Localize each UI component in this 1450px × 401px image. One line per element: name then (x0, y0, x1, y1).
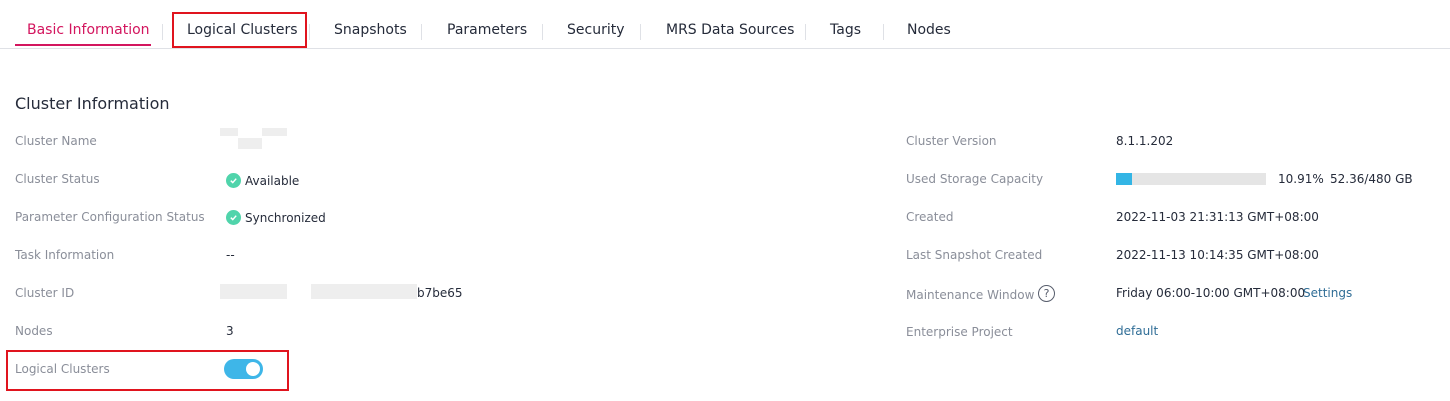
created-label: Created (906, 210, 954, 224)
cluster-status-text: Available (245, 173, 300, 188)
storage-percent: 10.91% (1278, 172, 1324, 186)
tab-snapshots[interactable]: Snapshots (334, 22, 407, 38)
tab-separator (542, 24, 543, 40)
nodes-value: 3 (226, 324, 234, 338)
tab-separator (421, 24, 422, 40)
active-tab-underline (15, 44, 151, 46)
param-status-value: Synchronized (226, 210, 326, 225)
tab-mrs-data-sources[interactable]: MRS Data Sources (666, 22, 794, 38)
maintenance-settings-link[interactable]: Settings (1303, 286, 1352, 300)
cluster-name-label: Cluster Name (15, 134, 97, 148)
masked-value (220, 284, 287, 299)
check-circle-icon (226, 210, 241, 225)
task-info-label: Task Information (15, 248, 115, 262)
cluster-id-suffix: b7be65 (417, 286, 463, 300)
storage-progress-bar (1116, 173, 1266, 185)
nodes-label: Nodes (15, 324, 53, 338)
help-icon[interactable]: ? (1038, 285, 1055, 302)
masked-value (311, 284, 417, 299)
section-title: Cluster Information (15, 94, 170, 113)
highlight-box-logical-clusters-row (6, 350, 289, 391)
tab-separator (805, 24, 806, 40)
param-status-label: Parameter Configuration Status (15, 210, 205, 224)
highlight-box-logical-clusters-tab (172, 12, 307, 48)
cluster-version-label: Cluster Version (906, 134, 997, 148)
check-circle-icon (226, 173, 241, 188)
tab-nodes[interactable]: Nodes (907, 22, 951, 38)
task-info-value: -- (226, 248, 235, 262)
used-storage-label: Used Storage Capacity (906, 172, 1044, 186)
maintenance-window-value: Friday 06:00-10:00 GMT+08:00 (1116, 286, 1306, 300)
created-value: 2022-11-03 21:31:13 GMT+08:00 (1116, 210, 1319, 224)
cluster-status-value: Available (226, 173, 299, 188)
tab-parameters[interactable]: Parameters (447, 22, 527, 38)
tab-separator (883, 24, 884, 40)
masked-value (238, 138, 262, 149)
tab-separator (640, 24, 641, 40)
tab-security[interactable]: Security (567, 22, 625, 38)
param-status-text: Synchronized (245, 210, 326, 225)
enterprise-project-label: Enterprise Project (906, 325, 1013, 339)
cluster-status-label: Cluster Status (15, 172, 100, 186)
tab-tags[interactable]: Tags (830, 22, 861, 38)
tab-separator (162, 24, 163, 40)
maintenance-window-label: Maintenance Window (906, 288, 1035, 302)
last-snapshot-value: 2022-11-13 10:14:35 GMT+08:00 (1116, 248, 1319, 262)
cluster-id-label: Cluster ID (15, 286, 75, 300)
storage-capacity: 52.36/480 GB (1330, 172, 1413, 186)
tab-separator (309, 24, 310, 40)
last-snapshot-label: Last Snapshot Created (906, 248, 1043, 262)
masked-value (262, 128, 287, 136)
cluster-version-value: 8.1.1.202 (1116, 134, 1174, 148)
storage-progress-fill (1116, 173, 1133, 185)
masked-value (220, 128, 238, 136)
enterprise-project-link[interactable]: default (1116, 324, 1158, 338)
tab-basic-information[interactable]: Basic Information (27, 22, 150, 38)
